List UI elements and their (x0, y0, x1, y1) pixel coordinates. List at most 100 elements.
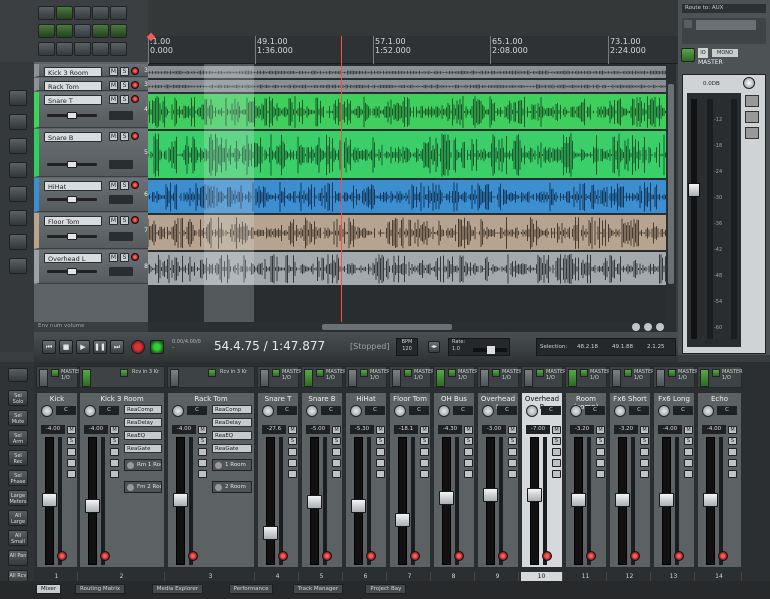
track-solo-button[interactable]: S (120, 81, 129, 90)
zoom-reset-icon[interactable] (644, 323, 652, 331)
mixer-menu-icon[interactable] (8, 368, 28, 382)
strip-io-icon[interactable] (524, 369, 533, 387)
mixer-left-button[interactable]: Sel Phase (8, 470, 28, 486)
mixer-left-button[interactable]: All Small (8, 530, 28, 546)
strip-fader-track[interactable] (263, 437, 278, 565)
strip-solo-button[interactable]: S (110, 437, 119, 445)
redo-icon[interactable] (110, 6, 127, 20)
master-io-button[interactable]: IO (698, 48, 708, 58)
strip-io-icon[interactable] (82, 369, 91, 387)
strip-record-arm-icon[interactable] (586, 551, 596, 561)
go-to-end-button[interactable]: ⏭ (110, 340, 124, 354)
strip-io-icon[interactable] (612, 369, 621, 387)
strip-phase-icon[interactable] (668, 369, 676, 377)
strip-send-slot[interactable]: Rm 1 Room (124, 459, 162, 471)
strip-io[interactable]: MASTER 1/O (609, 366, 655, 388)
docker-tab[interactable]: Performance (228, 584, 274, 594)
track-name[interactable]: Rack Tom (44, 81, 102, 91)
track-io-button[interactable] (109, 111, 133, 120)
undo-icon[interactable] (92, 6, 109, 20)
tap-tempo-button[interactable]: ◂▸ (428, 341, 440, 353)
track-arm-button[interactable] (131, 216, 139, 224)
strip-record-arm-icon[interactable] (366, 551, 376, 561)
strip-route-button[interactable] (640, 470, 649, 478)
time-selection[interactable] (204, 64, 254, 322)
track-header[interactable]: Rack Tom M S 3 (34, 78, 148, 91)
strip-fx-slot[interactable]: ReaEQ (124, 431, 162, 440)
track-name[interactable]: HiHat (44, 181, 102, 191)
strip-solo-button[interactable]: S (420, 437, 429, 445)
strip-fx-button[interactable] (332, 448, 341, 456)
strip-io-icon[interactable] (656, 369, 665, 387)
strip-record-arm-icon[interactable] (454, 551, 464, 561)
track-solo-button[interactable]: S (120, 95, 129, 104)
mixer-strip[interactable]: Fx6 Short C -3.20 M S (609, 392, 651, 568)
strip-phase-button[interactable] (67, 459, 76, 467)
mixer-left-button[interactable]: Sel Mute (8, 410, 28, 426)
strip-io[interactable]: MASTER 1/O (301, 366, 347, 388)
strip-solo-button[interactable]: S (332, 437, 341, 445)
strip-fader-track[interactable] (351, 437, 366, 565)
strip-mute-button[interactable]: M (640, 426, 649, 434)
strip-fader-knob[interactable] (527, 488, 542, 502)
strip-fx-slot[interactable]: ReaComp (212, 405, 252, 414)
strip-phase-icon[interactable] (360, 369, 368, 377)
strip-phase-icon[interactable] (316, 369, 324, 377)
docker-tab[interactable]: Track Manager (292, 584, 344, 594)
strip-fader-track[interactable] (42, 437, 57, 565)
strip-mute-button[interactable]: M (464, 426, 473, 434)
strip-pan-knob[interactable] (172, 405, 184, 417)
mixer-left-button[interactable]: All Large (8, 510, 28, 526)
strip-io-icon[interactable] (700, 369, 709, 387)
track-header[interactable]: Kick 3 Room M S 3 (34, 64, 148, 77)
strip-mute-button[interactable]: M (67, 426, 76, 434)
vertical-scrollbar[interactable] (666, 64, 676, 322)
track-icon[interactable] (9, 90, 27, 106)
strip-mute-button[interactable]: M (376, 426, 385, 434)
razor-icon[interactable] (92, 42, 109, 56)
track-volume-knob[interactable] (67, 268, 77, 275)
strip-phase-button[interactable] (640, 459, 649, 467)
strip-fader-track[interactable] (527, 437, 542, 565)
strip-phase-icon[interactable] (624, 369, 632, 377)
fx-icon[interactable] (9, 162, 27, 178)
strip-phase-button[interactable] (288, 459, 297, 467)
playrate-knob[interactable] (487, 346, 495, 354)
track-volume-knob[interactable] (67, 161, 77, 168)
strip-pan-knob[interactable] (570, 405, 582, 417)
mixer-strip[interactable]: OH Bus C -4.30 M S (433, 392, 475, 568)
strip-send-slot[interactable]: Fm 2 Room (124, 481, 162, 493)
strip-phase-button[interactable] (728, 459, 737, 467)
strip-fader-track[interactable] (615, 437, 630, 565)
strip-fx-slot[interactable]: ReaDelay (124, 418, 162, 427)
strip-fader-track[interactable] (483, 437, 498, 565)
strip-pan-knob[interactable] (658, 405, 670, 417)
strip-phase-icon[interactable] (448, 369, 456, 377)
track-name[interactable]: Overhead L (44, 253, 102, 263)
strip-solo-button[interactable]: S (684, 437, 693, 445)
strip-fader-track[interactable] (659, 437, 674, 565)
track-volume-knob[interactable] (67, 233, 77, 240)
strip-io[interactable]: Rcv in 3 Kr (167, 366, 255, 388)
strip-solo-button[interactable]: S (376, 437, 385, 445)
playrate-slider[interactable] (473, 346, 507, 354)
strip-fx-button[interactable] (640, 448, 649, 456)
track-header[interactable]: Floor Tom M S 7 (34, 213, 148, 249)
strip-mute-button[interactable]: M (332, 426, 341, 434)
strip-mute-button[interactable]: M (110, 426, 119, 434)
track-header[interactable]: Snare TMS4 (34, 92, 148, 128)
strip-fader-knob[interactable] (85, 499, 100, 513)
strip-record-arm-icon[interactable] (498, 551, 508, 561)
track-arm-button[interactable] (131, 81, 139, 89)
strip-fx-button[interactable] (464, 448, 473, 456)
strip-fader-track[interactable] (307, 437, 322, 565)
strip-route-button[interactable] (332, 470, 341, 478)
strip-mute-button[interactable]: M (508, 426, 517, 434)
strip-fader-knob[interactable] (42, 493, 57, 507)
strip-pan-knob[interactable] (438, 405, 450, 417)
strip-phase-button[interactable] (198, 459, 207, 467)
mixer-strip[interactable]: Overhead LC-3.00MS (477, 392, 519, 568)
track-io-button[interactable] (109, 195, 133, 204)
strip-mute-button[interactable]: M (596, 426, 605, 434)
track-header[interactable]: Overhead LMS8 (34, 250, 148, 284)
